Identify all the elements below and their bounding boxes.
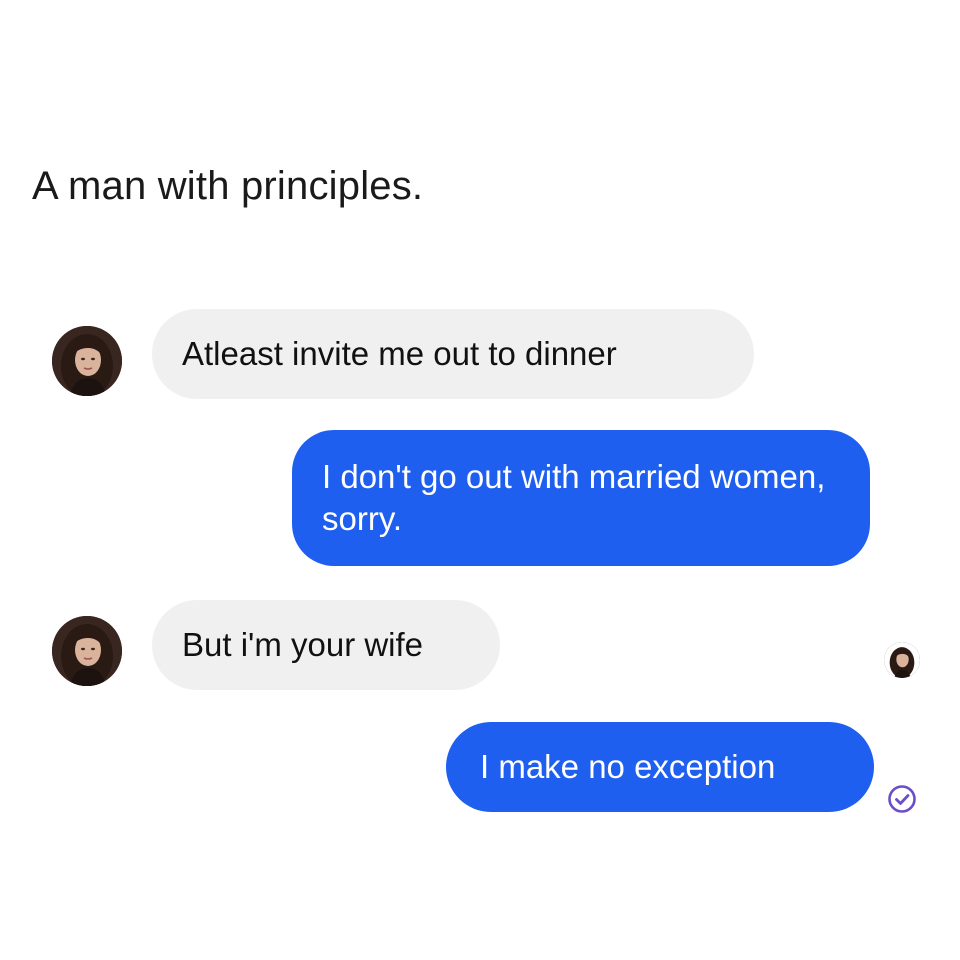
seen-receipt-avatar [884,642,920,678]
message-bubble-outgoing[interactable]: I make no exception [446,722,874,812]
woman-portrait-icon [52,616,122,686]
contact-avatar[interactable] [52,326,122,396]
post-caption: A man with principles. [32,164,424,208]
contact-avatar[interactable] [52,616,122,686]
message-bubble-incoming[interactable]: But i'm your wife [152,600,500,690]
message-bubble-incoming[interactable]: Atleast invite me out to dinner [152,309,754,399]
message-bubble-outgoing[interactable]: I don't go out with married women, sorry… [292,430,870,566]
woman-portrait-icon [52,326,122,396]
delivered-check-icon [886,783,918,815]
woman-portrait-icon [884,642,920,678]
